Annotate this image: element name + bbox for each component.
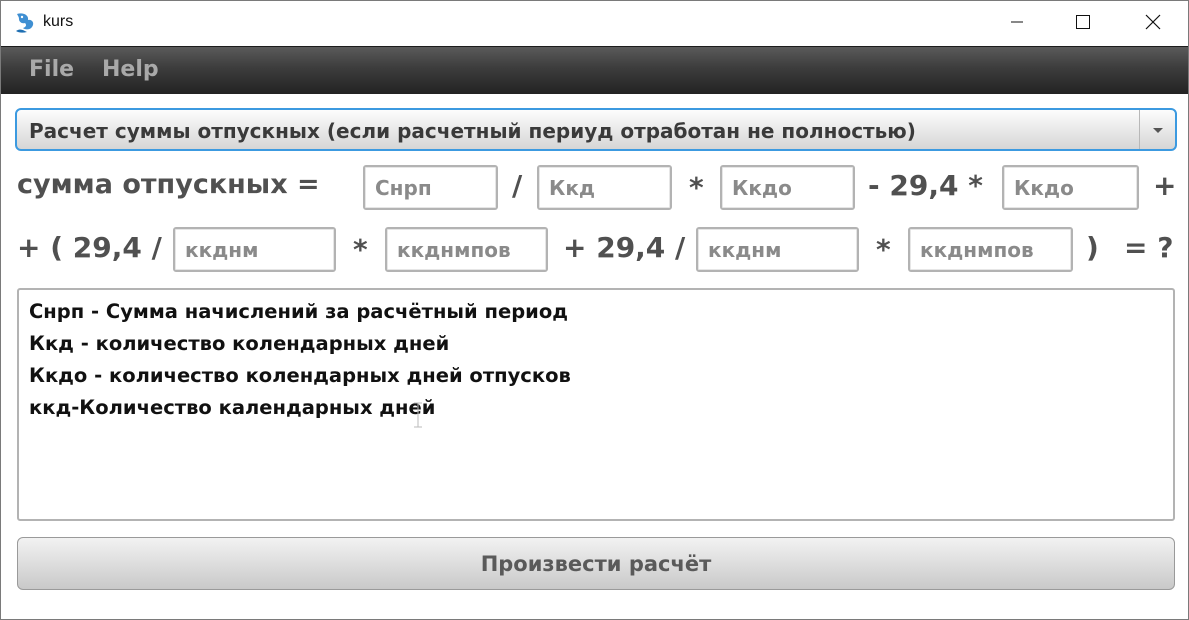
- legend-line: Снрп - Сумма начислений за расчётный пер…: [29, 300, 568, 323]
- plus-constant: + 29,4 /: [563, 231, 686, 264]
- menu-help[interactable]: Help: [102, 57, 159, 82]
- kkdnm-input-2[interactable]: [696, 227, 859, 272]
- title-bar: kurs: [1, 1, 1188, 46]
- legend-textarea[interactable]: Снрп - Сумма начислений за расчётный пер…: [17, 288, 1175, 521]
- kkdnmpov-input-1[interactable]: [385, 227, 548, 272]
- app-logo-icon: [13, 11, 37, 35]
- maximize-icon: [1075, 14, 1091, 34]
- minimize-button[interactable]: [994, 1, 1040, 46]
- calculate-button[interactable]: Произвести расчёт: [17, 537, 1175, 590]
- text-cursor-icon: [413, 402, 423, 432]
- chevron-down-icon: [1152, 120, 1164, 139]
- window-title: kurs: [43, 13, 74, 30]
- menu-file[interactable]: File: [29, 57, 74, 82]
- minimize-icon: [1010, 14, 1024, 33]
- multiply-operator: *: [353, 233, 368, 266]
- legend-line: ккд-Количество календарных дней: [29, 396, 436, 419]
- plus-operator: +: [1153, 169, 1177, 202]
- menu-bar: File Help: [1, 46, 1188, 94]
- divide-operator: /: [512, 169, 523, 202]
- kkdnm-input-1[interactable]: [173, 227, 336, 272]
- minus-constant: - 29,4 *: [868, 169, 983, 202]
- maximize-button[interactable]: [1060, 1, 1106, 46]
- multiply-operator: *: [689, 171, 704, 204]
- close-icon: [1145, 14, 1161, 34]
- kkdnmpov-input-2[interactable]: [908, 227, 1073, 272]
- calculation-mode-select[interactable]: Расчет суммы отпускных (если расчетный п…: [15, 108, 1177, 151]
- kkdo-input-1[interactable]: [720, 165, 855, 210]
- app-window: kurs File Help Расчет суммы отпускных (е…: [0, 0, 1189, 620]
- legend-line: Ккдо - количество колендарных дней отпус…: [29, 364, 571, 387]
- legend-line: Ккд - количество колендарных дней: [29, 332, 450, 355]
- multiply-operator: *: [876, 233, 891, 266]
- kkdo-input-2[interactable]: [1002, 165, 1139, 210]
- close-button[interactable]: [1130, 1, 1176, 46]
- snrp-input[interactable]: [363, 165, 498, 210]
- kkd-input[interactable]: [537, 165, 672, 210]
- open-group-constant: + ( 29,4 /: [17, 231, 162, 264]
- dropdown-arrow[interactable]: [1139, 110, 1175, 149]
- close-group: ): [1086, 231, 1099, 264]
- formula-lhs: сумма отпускных =: [17, 169, 320, 200]
- calculation-mode-value: Расчет суммы отпускных (если расчетный п…: [29, 119, 916, 143]
- result-label: = ?: [1124, 231, 1174, 264]
